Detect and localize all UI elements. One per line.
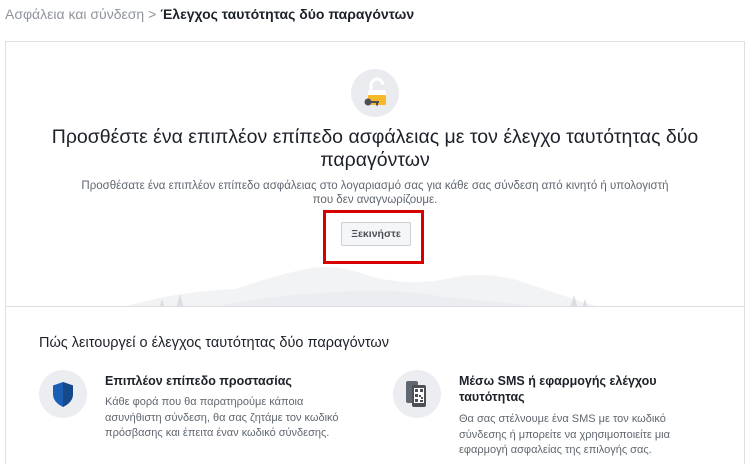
feature-text: Θα σας στέλνουμε ένα SMS με τον κωδικό σ… [459,413,670,456]
feature-title: Επιπλέον επίπεδο προστασίας [105,374,292,388]
feature-text: Κάθε φορά που θα παρατηρούμε κάποια ασυν… [105,396,339,439]
hero-title: Προσθέστε ένα επιπλέον επίπεδο ασφάλειας… [51,126,699,171]
shield-icon [39,370,87,418]
phone-qr-icon [393,370,441,418]
breadcrumb-separator: > [148,6,157,22]
get-started-button[interactable]: Ξεκινήστε [341,222,411,246]
mountains-illustration [126,267,597,306]
two-factor-panel: Προσθέστε ένα επιπλέον επίπεδο ασφάλειας… [5,41,745,464]
breadcrumb: Ασφάλεια και σύνδεση > Έλεγχος ταυτότητας … [5,6,414,22]
hero-section: Προσθέστε ένα επιπλέον επίπεδο ασφάλειας… [6,42,744,307]
lock-key-icon [351,69,399,117]
hero-description: Προσθέσατε ένα επιπλέον επίπεδο ασφάλεια… [81,180,669,206]
breadcrumb-parent-link[interactable]: Ασφάλεια και σύνδεση [5,6,144,22]
breadcrumb-current: Έλεγχος ταυτότητας δύο παραγόντων [160,6,415,22]
how-it-works-title: Πώς λειτουργεί ο έλεγχος ταυτότητας δύο … [39,335,389,351]
feature-title: Μέσω SMS ή εφαρμογής ελέγχου ταυτότητας [459,374,657,404]
